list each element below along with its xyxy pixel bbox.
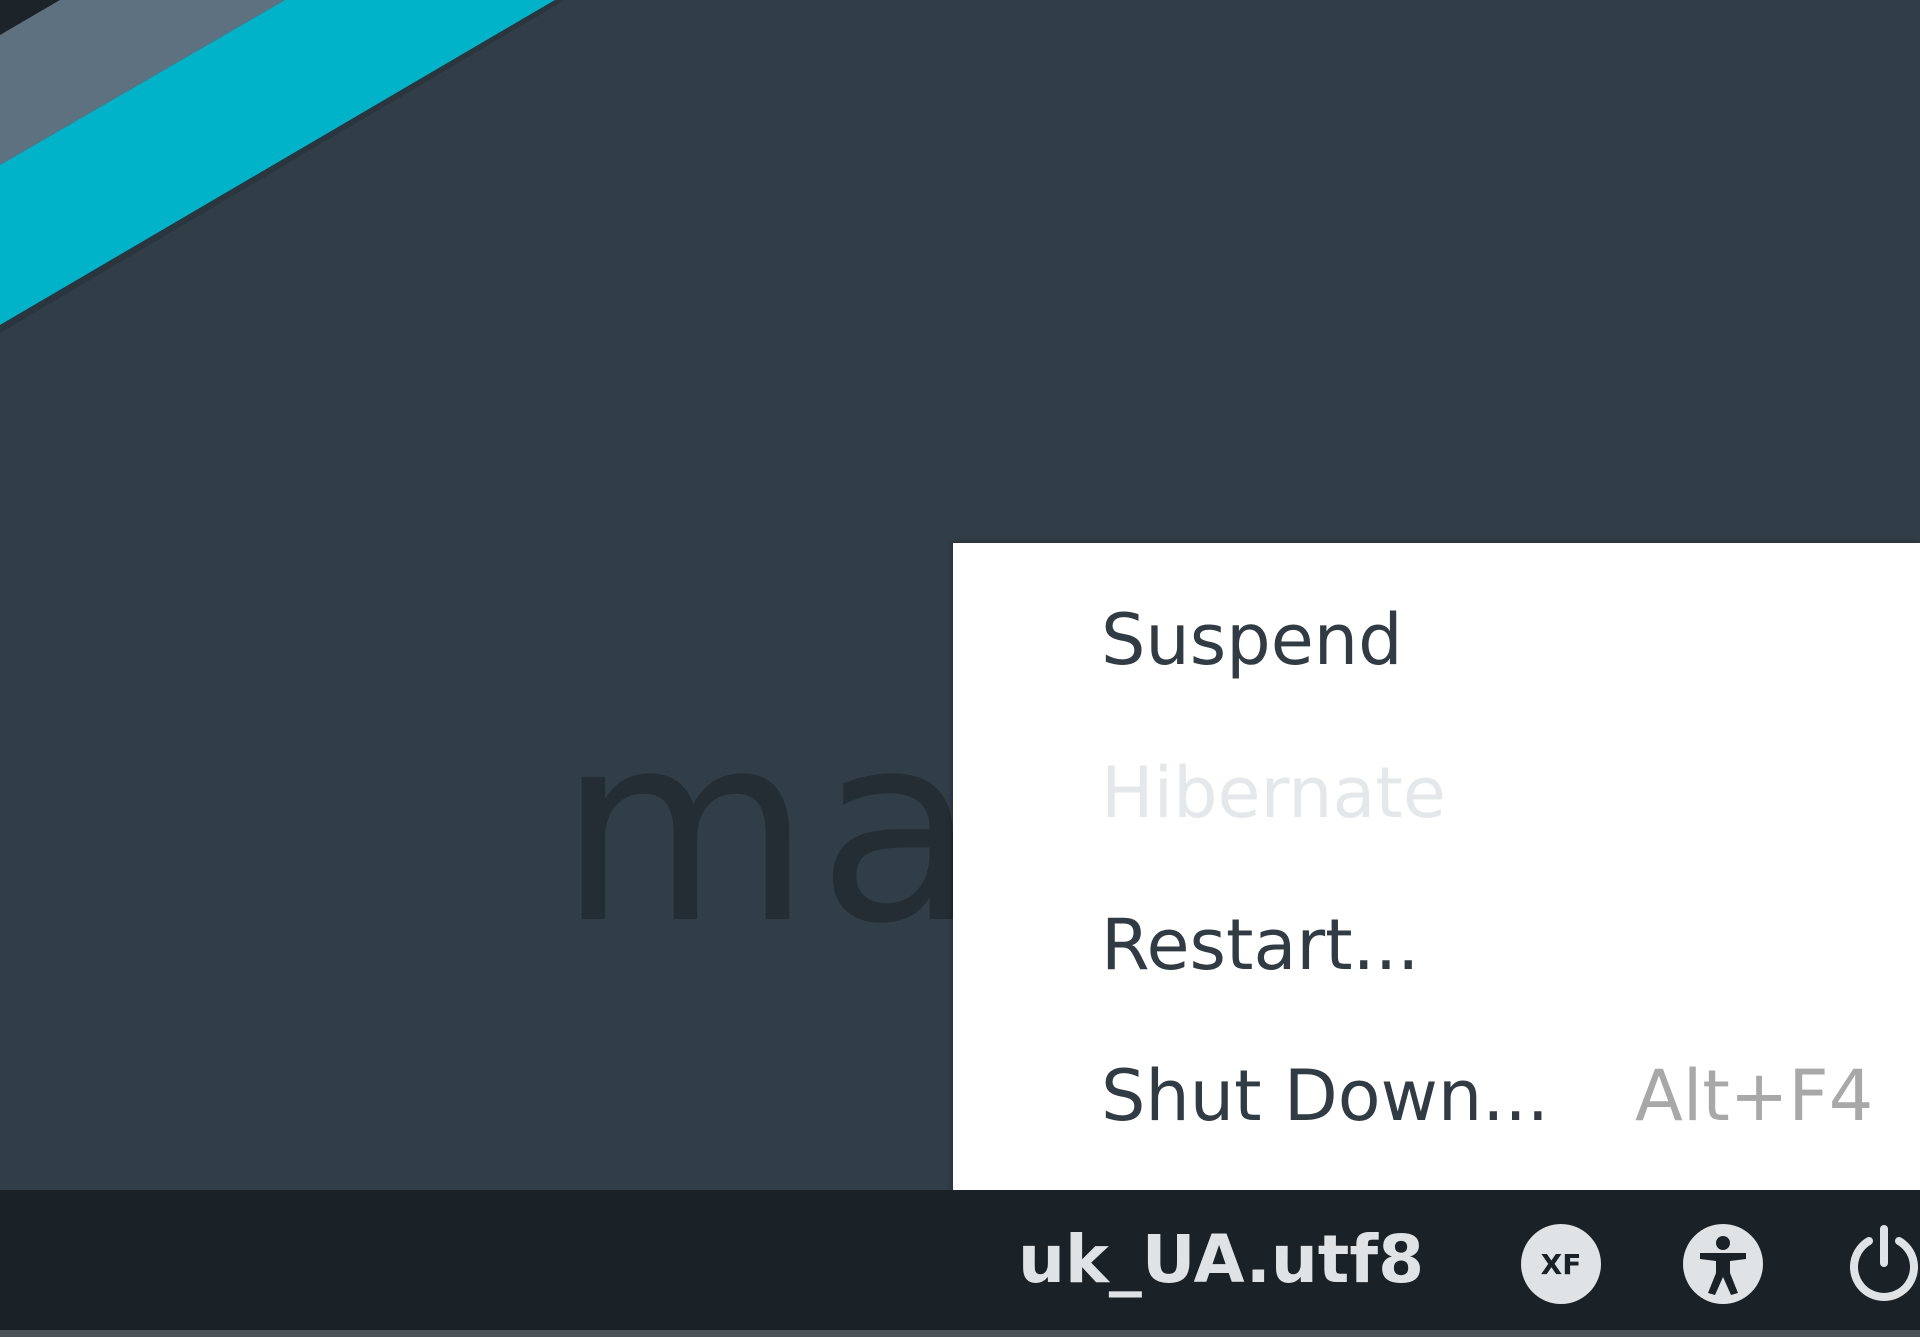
menu-item-label: Suspend <box>1101 599 1403 681</box>
menu-item-label: Shut Down... <box>1101 1055 1549 1137</box>
xfce-icon[interactable]: XF <box>1520 1223 1602 1305</box>
shortcut-label: Alt+F4 <box>1635 1055 1874 1137</box>
menu-item-restart[interactable]: Restart... <box>1101 885 1920 1005</box>
wallpaper-stripes <box>0 0 565 333</box>
bottom-panel <box>0 1190 1920 1330</box>
power-icon[interactable] <box>1843 1223 1920 1305</box>
locale-selector[interactable]: uk_UA.utf8 <box>1018 1190 1424 1330</box>
wallpaper-logo-text: ma <box>558 679 983 981</box>
menu-item-shut-down[interactable]: Shut Down... Alt+F4 <box>1101 1036 1920 1156</box>
accessibility-icon[interactable] <box>1682 1223 1764 1305</box>
menu-item-label: Hibernate <box>1101 752 1446 834</box>
menu-item-suspend[interactable]: Suspend <box>1101 580 1920 700</box>
menu-item-label: Restart... <box>1101 904 1420 986</box>
menu-item-hibernate: Hibernate <box>1101 733 1920 853</box>
svg-text:XF: XF <box>1541 1248 1582 1281</box>
panel-bottom-edge <box>0 1330 1920 1337</box>
